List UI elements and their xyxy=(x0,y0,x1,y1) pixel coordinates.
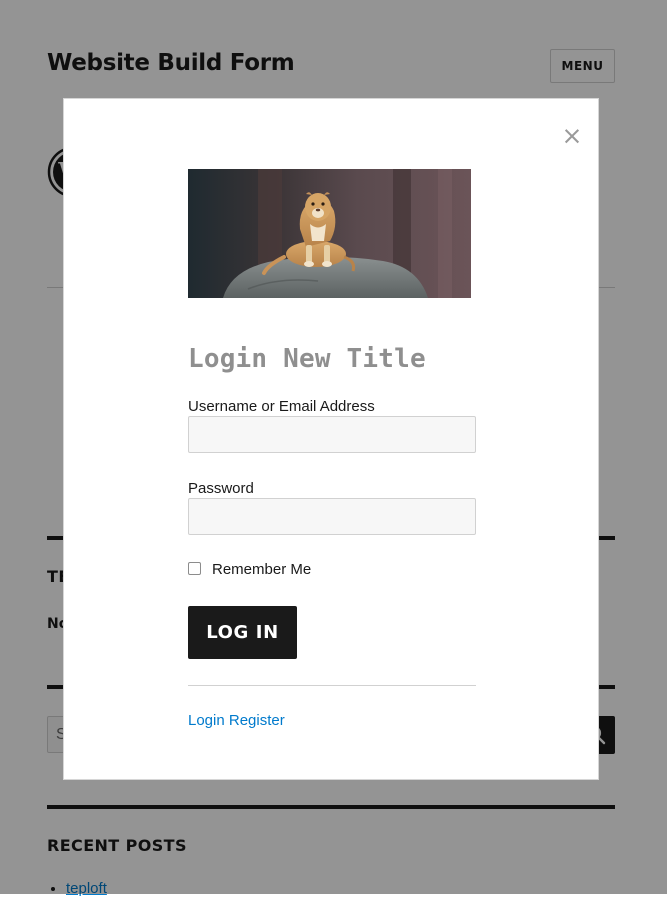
username-label: Username or Email Address xyxy=(188,398,375,415)
remember-me-label[interactable]: Remember Me xyxy=(212,561,311,578)
password-field[interactable] xyxy=(188,498,476,535)
lioness-image xyxy=(188,169,471,298)
login-title: Login New Title xyxy=(188,344,426,374)
login-modal: × Login New Title Username or Email Addr… xyxy=(63,98,599,780)
register-link[interactable]: Login Register xyxy=(188,712,285,729)
modal-divider xyxy=(188,685,476,686)
close-icon[interactable]: × xyxy=(560,123,584,149)
password-label: Password xyxy=(188,480,254,497)
remember-me-checkbox[interactable] xyxy=(188,562,201,575)
username-field[interactable] xyxy=(188,416,476,453)
login-button[interactable]: LOG IN xyxy=(188,606,297,659)
